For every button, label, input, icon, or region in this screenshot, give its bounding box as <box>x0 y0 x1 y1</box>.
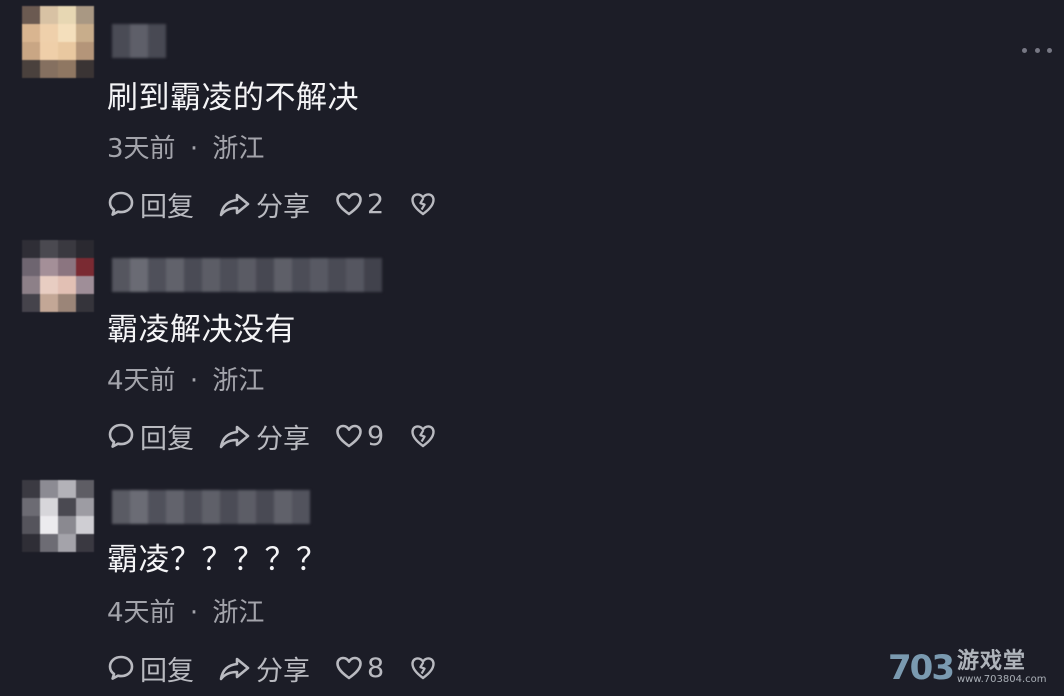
heart-icon <box>336 424 362 448</box>
comment-location: 浙江 <box>212 366 265 396</box>
watermark-logo-mark: 703 <box>888 648 955 688</box>
watermark-url: www.703804.com <box>956 674 1047 685</box>
watermark-name: 游戏堂 <box>956 649 1026 674</box>
share-button[interactable]: 分享 <box>218 417 328 456</box>
meta-separator: · <box>189 366 199 396</box>
dislike-button[interactable] <box>408 653 438 683</box>
comment-text: 霸凌？？？？？ <box>107 542 328 578</box>
share-label: 分享 <box>256 655 310 687</box>
dislike-button[interactable] <box>408 421 438 451</box>
reply-button[interactable]: 回复 <box>106 417 210 456</box>
username-blurred[interactable] <box>112 24 168 58</box>
reply-button[interactable]: 回复 <box>106 649 210 688</box>
like-button[interactable]: 9 <box>334 421 408 452</box>
share-button[interactable]: 分享 <box>218 649 328 688</box>
reply-button[interactable]: 回复 <box>106 185 210 224</box>
share-arrow-icon <box>219 425 250 449</box>
comment-actions: 回复 分享 9 <box>106 417 438 456</box>
reply-label: 回复 <box>140 191 194 223</box>
watermark-logo: 703 游戏堂 www.703804.com <box>888 644 1058 692</box>
like-count: 8 <box>367 652 385 684</box>
heart-icon <box>336 656 362 680</box>
dislike-button[interactable] <box>408 189 438 219</box>
reply-label: 回复 <box>140 655 194 687</box>
comment-item: 霸凌解决没有 4天前 · 浙江 回复 分享 9 <box>0 232 1064 464</box>
heart-icon <box>336 192 362 216</box>
comment-meta: 3天前 · 浙江 <box>107 132 264 166</box>
username-blurred[interactable] <box>112 258 382 292</box>
username-blurred[interactable] <box>112 490 310 524</box>
avatar[interactable] <box>22 480 94 552</box>
comment-meta: 4天前 · 浙江 <box>107 596 264 630</box>
comment-location: 浙江 <box>212 134 265 164</box>
share-arrow-icon <box>219 193 250 217</box>
reply-bubble-icon <box>108 191 134 216</box>
comment-text: 刷到霸凌的不解决 <box>107 80 359 116</box>
meta-separator: · <box>189 134 199 164</box>
meta-separator: · <box>189 598 199 628</box>
comment-actions: 回复 分享 8 <box>106 649 438 688</box>
broken-heart-icon <box>411 657 435 680</box>
reply-bubble-icon <box>108 423 134 448</box>
like-count: 2 <box>367 188 385 220</box>
avatar[interactable] <box>22 6 94 78</box>
share-label: 分享 <box>256 423 310 455</box>
share-label: 分享 <box>256 191 310 223</box>
share-arrow-icon <box>219 657 250 681</box>
like-button[interactable]: 8 <box>334 653 408 684</box>
comment-item: 刷到霸凌的不解决 3天前 · 浙江 回复 分享 2 <box>0 0 1064 232</box>
comment-actions: 回复 分享 2 <box>106 185 438 224</box>
comment-meta: 4天前 · 浙江 <box>107 364 264 398</box>
broken-heart-icon <box>411 425 435 448</box>
comment-time: 3天前 <box>107 134 176 164</box>
comment-time: 4天前 <box>107 598 176 628</box>
reply-bubble-icon <box>108 655 134 680</box>
comment-time: 4天前 <box>107 366 176 396</box>
broken-heart-icon <box>411 193 435 216</box>
reply-label: 回复 <box>140 423 194 455</box>
comment-text: 霸凌解决没有 <box>107 312 296 348</box>
like-button[interactable]: 2 <box>334 189 408 220</box>
avatar[interactable] <box>22 240 94 312</box>
comment-location: 浙江 <box>212 598 265 628</box>
share-button[interactable]: 分享 <box>218 185 328 224</box>
like-count: 9 <box>367 420 385 452</box>
